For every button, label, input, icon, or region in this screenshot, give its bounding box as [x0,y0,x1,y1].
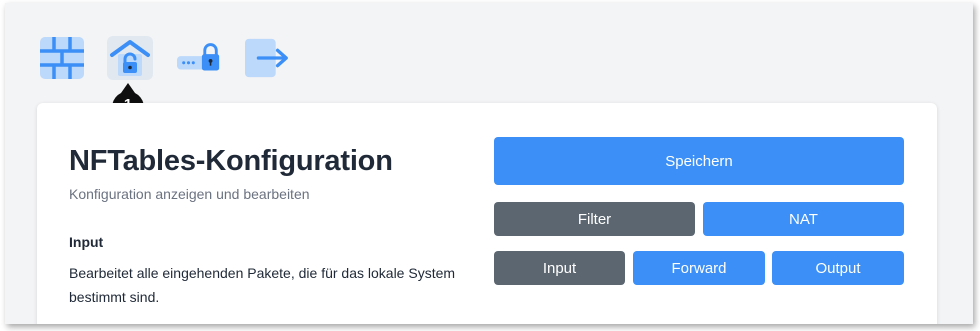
section-title: Input [69,234,104,250]
logout-button[interactable] [245,36,291,80]
unlock-home-button[interactable] [107,36,153,80]
tab-nat[interactable]: NAT [703,202,904,236]
save-button[interactable]: Speichern [494,137,904,185]
page-title: NFTables-Konfiguration [69,145,393,177]
firewall-icon [40,37,84,79]
unlock-home-icon [110,40,150,76]
firewall-button[interactable] [39,36,85,80]
page-subtitle: Konfiguration anzeigen und bearbeiten [69,186,310,202]
config-card: NFTables-Konfiguration Konfiguration anz… [37,103,937,324]
chain-output-button[interactable]: Output [772,251,904,285]
app-window: 1 NFTables-Konfiguration Konfiguration a… [5,3,973,324]
logout-icon [245,38,288,78]
section-description: Bearbeitet alle eingehenden Pakete, die … [69,265,456,305]
chain-input-button[interactable]: Input [494,251,625,285]
tab-filter[interactable]: Filter [494,202,695,236]
password-lock-icon [177,43,220,71]
chain-forward-button[interactable]: Forward [633,251,765,285]
password-lock-button[interactable] [177,36,223,80]
